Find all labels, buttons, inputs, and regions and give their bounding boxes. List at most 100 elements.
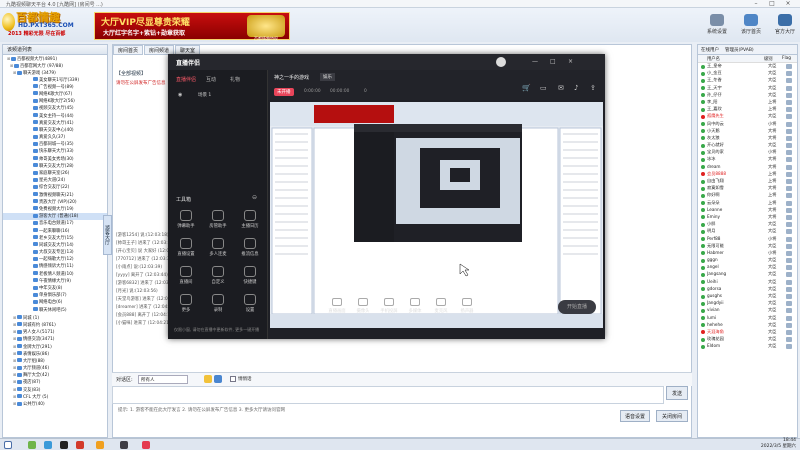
recipient-select[interactable]: 所有人 (138, 375, 188, 384)
user-row[interactable]: 云朵朵 上将 (698, 200, 797, 207)
channel-item[interactable]: ⊞ 同城 (1) (3, 314, 107, 321)
user-row[interactable]: 玫瑰花园 大臣 (698, 336, 797, 343)
user-list[interactable]: 王_皇帝 大臣 小_金豆 大臣 王_冬香 大臣 王_天宇 大臣 孙_仔仔 大臣 李_阳 上将 王_嘉欣上… (698, 63, 797, 351)
col-user[interactable]: 用户名 (707, 56, 720, 62)
user-row[interactable]: lumi 大臣 (698, 315, 797, 322)
minimize-icon[interactable]: — (532, 58, 538, 65)
vip-ad-banner[interactable]: 大厅VIP尽显尊贵荣耀 大厅红字名字+紫钻+勋章获取 百都情趣特权 (94, 12, 290, 41)
tab-room-home[interactable]: 房间首页 (113, 45, 144, 55)
tab-gifts[interactable]: 礼物 (230, 76, 240, 83)
shop-icon[interactable]: 🛒 (522, 84, 531, 92)
chrome-icon[interactable] (76, 441, 84, 449)
channel-item[interactable]: 家庭聊天室(26) (3, 170, 107, 177)
channel-item[interactable]: 美女主持一号(44) (3, 113, 107, 120)
col-flag[interactable]: Flag (782, 56, 791, 61)
channel-item[interactable]: 星光大道(24) (3, 177, 107, 184)
channel-item[interactable]: 美女聊天1号厅(339) (3, 77, 107, 84)
user-row[interactable]: dream 大将 (698, 164, 797, 171)
user-row[interactable]: 你好啊 上将 (698, 192, 797, 199)
top-button-0[interactable]: 系统设置 (700, 14, 734, 40)
channel-item[interactable]: 视频交友大厅(45) (3, 105, 107, 112)
control-speaker[interactable]: 扬声器 (454, 298, 480, 314)
user-row[interactable]: 王_皇帝 大臣 (698, 63, 797, 70)
tool-item[interactable]: 自定义 (204, 266, 232, 285)
user-row[interactable]: 会员8888 上将 (698, 171, 797, 178)
video-app-icon[interactable] (60, 441, 68, 449)
channel-item[interactable]: 网络K歌大厅(67) (3, 91, 107, 98)
user-row[interactable]: Habmer 小将 (698, 250, 797, 257)
channel-item[interactable]: 音乐电台频道(17) (3, 220, 107, 227)
channel-item[interactable]: ⊞ 表情娱乐(86) (3, 350, 107, 357)
channel-item[interactable]: 真爱交友大厅(41) (3, 120, 107, 127)
channel-item[interactable]: 真爱久久(37) (3, 134, 107, 141)
whisper-checkbox[interactable] (230, 376, 236, 382)
channel-item[interactable]: 情感倾诉大厅(11) (3, 263, 107, 270)
maximize-icon[interactable]: □ (764, 0, 780, 8)
channel-item[interactable]: 一起嗨歌大厅(12) (3, 256, 107, 263)
user-row[interactable]: Jangdyii 大臣 (698, 300, 797, 307)
wechat-icon[interactable] (28, 441, 36, 449)
user-row[interactable]: 自由飞翔 上将 (698, 178, 797, 185)
channel-item[interactable]: ⊞ 公共厅(40) (3, 400, 107, 407)
tool-item[interactable]: 更多 (172, 294, 200, 313)
user-row[interactable]: 小胖 大臣 (698, 221, 797, 228)
close-room-button[interactable]: 关闭房间 (656, 410, 688, 422)
user-row[interactable]: gusghs 大臣 (698, 293, 797, 300)
scene-title[interactable]: 神之一手的游戏 (274, 74, 309, 81)
user-row[interactable]: 李_阳 上将 (698, 99, 797, 106)
user-row[interactable]: Eminy 大将 (698, 214, 797, 221)
user-row[interactable]: 王_天宇 大臣 (698, 85, 797, 92)
channel-item[interactable]: ⊞ 百都官网大厅 (97/88) (3, 62, 107, 69)
channel-item[interactable]: 综合交友厅(22) (3, 184, 107, 191)
channel-item[interactable]: ⊞ 舞厅大全(42) (3, 371, 107, 378)
tool-item[interactable]: 设置 (236, 294, 264, 313)
control-multimedia[interactable]: 多媒体 (402, 298, 428, 314)
channel-item[interactable]: ⊞ 同城有约 (8761) (3, 321, 107, 328)
top-button-1[interactable]: 该厅首页 (734, 14, 768, 40)
channel-item[interactable]: 老乡交友大厅(15) (3, 235, 107, 242)
user-row[interactable]: Leanne 大将 (698, 207, 797, 214)
channel-item[interactable]: ⊞ 夜店(87) (3, 378, 107, 385)
channel-item[interactable]: ⊞ 百都视频大厅(4891) (3, 55, 107, 62)
user-row[interactable]: 王_嘉欣 上将 (698, 106, 797, 113)
user-row[interactable]: 王_冬香 大臣 (698, 77, 797, 84)
user-row[interactable]: 冰冰 大将 (698, 156, 797, 163)
side-tab-lobby[interactable]: 游客大厅 (103, 215, 112, 255)
channel-item[interactable]: ⊞ 大厅组(88) (3, 357, 107, 364)
emoji-icon[interactable] (204, 375, 212, 383)
channel-item[interactable]: 老板情人频道(10) (3, 271, 107, 278)
user-row[interactable]: 风中的云 小将 (698, 121, 797, 128)
channel-item[interactable]: ⊞ 聊天游戏 (3479) (3, 69, 107, 76)
tool-item[interactable]: 录制 (204, 294, 232, 313)
channel-item[interactable]: 激情视频聊天(21) (3, 192, 107, 199)
site-logo[interactable]: 百都情趣 HD.PXT365.COM 2013 精彩无限 尽在百都 (2, 9, 94, 39)
tool-item[interactable]: 直播设置 (172, 238, 200, 257)
control-microphone[interactable]: 麦克风 (428, 298, 454, 314)
user-row[interactable]: Ueihi 大臣 (698, 279, 797, 286)
user-row[interactable]: 寂寞如雪 大将 (698, 185, 797, 192)
tool-item[interactable]: 弹幕助手 (172, 210, 200, 229)
channel-item[interactable]: 大叔交友专区(13) (3, 249, 107, 256)
channel-item[interactable]: 网络K歌大厅2(56) (3, 98, 107, 105)
user-row[interactable]: Eldom 大臣 (698, 343, 797, 350)
user-row[interactable]: vivian 大臣 (698, 307, 797, 314)
tool-item[interactable]: 快捷键 (236, 266, 264, 285)
live-companion-icon[interactable] (120, 441, 128, 449)
channel-item[interactable]: ⊞ 交友(83) (3, 386, 107, 393)
channel-item[interactable]: ⊞ CFL 大厅 (5) (3, 393, 107, 400)
close-icon[interactable]: × (568, 58, 573, 65)
user-row[interactable]: Perf88 小将 (698, 236, 797, 243)
user-row[interactable]: 开心就好 大臣 (698, 142, 797, 149)
maximize-icon[interactable]: □ (550, 58, 556, 65)
chat-app-icon[interactable] (96, 441, 104, 449)
control-phone-cast[interactable]: 手机投屏 (376, 298, 402, 314)
channel-item[interactable]: 聊天休闲吧(5) (3, 307, 107, 314)
col-level[interactable]: 级别 (764, 56, 773, 62)
user-row[interactable]: hehehe 大臣 (698, 322, 797, 329)
channel-item[interactable]: 一起来聊聊(16) (3, 228, 107, 235)
control-screen-capture[interactable]: 直播画面 (324, 298, 350, 314)
channel-item[interactable]: 网络电台(6) (3, 299, 107, 306)
tool-item[interactable]: 主播日历 (236, 210, 264, 229)
eye-icon[interactable]: ◉ (178, 92, 182, 98)
tool-item[interactable]: 直播间 (172, 266, 200, 285)
